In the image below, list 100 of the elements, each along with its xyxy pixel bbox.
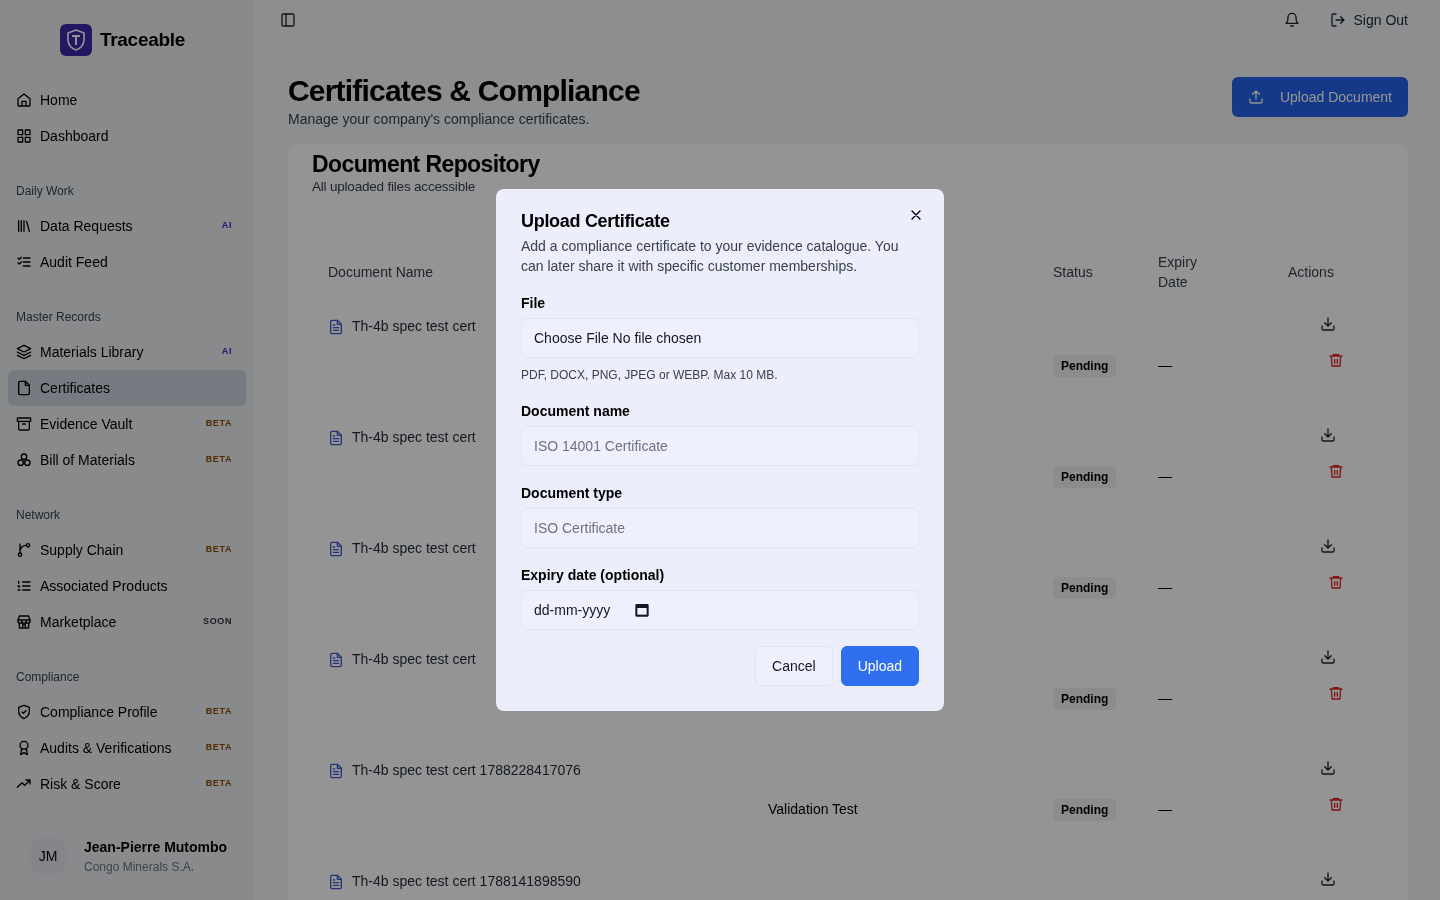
home-icon xyxy=(16,92,32,108)
sidebar-item[interactable]: Risk & Score BETA xyxy=(8,766,246,802)
brand-name: Traceable xyxy=(100,27,185,52)
section-label: Network xyxy=(15,507,61,524)
expiry-date: — xyxy=(1158,579,1172,596)
company-name: Congo Minerals S.A. xyxy=(84,858,196,876)
delete-button[interactable] xyxy=(1328,574,1344,591)
card-subtitle: All uploaded files accessible xyxy=(312,178,476,196)
sign-out-button[interactable]: Sign Out xyxy=(1329,9,1408,31)
field-label: Expiry date (optional) xyxy=(521,566,666,586)
sidebar-item[interactable]: Dashboard xyxy=(8,118,246,154)
status-badge: Pending xyxy=(1053,576,1117,599)
status-badge: Pending xyxy=(1053,465,1117,488)
sidebar-item[interactable]: Audits & Verifications BETA xyxy=(8,730,246,766)
section-label: Compliance xyxy=(15,669,81,686)
download-icon xyxy=(1320,538,1336,555)
download-button[interactable] xyxy=(1320,760,1336,777)
trash-icon xyxy=(1328,685,1344,702)
status-badge: Pending xyxy=(1053,354,1117,377)
download-button[interactable] xyxy=(1320,871,1336,888)
download-icon xyxy=(1320,649,1336,666)
status-badge: Pending xyxy=(1053,798,1117,821)
list-icon xyxy=(16,578,32,594)
delete-button[interactable] xyxy=(1328,463,1344,480)
download-icon xyxy=(1320,760,1336,777)
branch-icon xyxy=(16,542,32,558)
document-name: Th-4b spec test cert 1788228417076 xyxy=(352,761,581,781)
dialog-title: Upload Certificate xyxy=(521,210,670,233)
expiry-date: — xyxy=(1158,690,1172,707)
card-title: Document Repository xyxy=(312,152,540,177)
bell-icon xyxy=(1283,12,1300,28)
file-icon xyxy=(16,380,32,396)
trash-icon xyxy=(1328,796,1344,813)
notifications-button[interactable] xyxy=(1283,12,1300,28)
document-icon xyxy=(328,318,344,335)
upload-document-button[interactable]: Upload Document xyxy=(1231,77,1408,117)
download-button[interactable] xyxy=(1320,538,1336,555)
download-icon xyxy=(1320,316,1336,333)
column-header: Expiry Date xyxy=(1158,253,1198,293)
expiry-date: — xyxy=(1158,801,1172,818)
section-label: Daily Work xyxy=(15,183,75,200)
download-button[interactable] xyxy=(1320,316,1336,333)
download-button[interactable] xyxy=(1320,649,1336,666)
sidebar-item[interactable]: Marketplace SOON xyxy=(8,604,246,640)
section-label: Master Records xyxy=(15,309,102,326)
file-input[interactable]: Choose File No file chosen xyxy=(521,318,919,359)
status-badge: Pending xyxy=(1053,687,1117,710)
page-title: Certificates & Compliance xyxy=(288,73,640,109)
document-icon xyxy=(328,762,344,779)
sidebar-item[interactable]: Audit Feed xyxy=(8,244,246,280)
dialog-description: Add a compliance certificate to your evidence catalogue. You can later share it with specific customer memberships. xyxy=(521,237,900,277)
upload-button[interactable]: Upload xyxy=(840,646,919,687)
trash-icon xyxy=(1328,463,1344,480)
field-label: Document type xyxy=(521,484,624,504)
document-icon xyxy=(328,873,344,890)
text-input[interactable]: ISO Certificate xyxy=(521,508,919,549)
expiry-date: — xyxy=(1158,468,1172,485)
sidebar-item[interactable]: Compliance Profile BETA xyxy=(8,694,246,730)
delete-button[interactable] xyxy=(1328,796,1344,813)
panel-icon xyxy=(280,12,296,28)
delete-button[interactable] xyxy=(1328,352,1344,369)
document-name: Th-4b spec test cert xyxy=(352,317,476,337)
sidebar-item[interactable]: Supply Chain BETA xyxy=(8,532,246,568)
award-icon xyxy=(16,740,32,756)
download-button[interactable] xyxy=(1320,427,1336,444)
sidebar-item[interactable]: Bill of Materials BETA xyxy=(8,442,246,478)
grid-icon xyxy=(16,128,32,144)
document-name: Th-4b spec test cert xyxy=(352,539,476,559)
sidebar-item[interactable]: Associated Products xyxy=(8,568,246,604)
sidebar-item[interactable]: Materials Library AI xyxy=(8,334,246,370)
cubes-icon xyxy=(16,452,32,468)
download-icon xyxy=(1320,427,1336,444)
download-icon xyxy=(1320,871,1336,888)
column-header: Document Name xyxy=(328,262,434,282)
trash-icon xyxy=(1328,574,1344,591)
user-name: Jean-Pierre Mutombo xyxy=(84,837,228,857)
field-label: File xyxy=(521,294,547,314)
document-icon xyxy=(328,429,344,446)
expiry-date: — xyxy=(1158,357,1172,374)
document-name: Th-4b spec test cert xyxy=(352,650,476,670)
document-icon xyxy=(328,651,344,668)
date-input[interactable]: dd-mm-yyyy xyxy=(521,590,919,631)
cancel-button[interactable]: Cancel xyxy=(755,646,833,687)
sidebar-item[interactable]: Data Requests AI xyxy=(8,208,246,244)
archive-icon xyxy=(16,416,32,432)
sidebar-item[interactable]: Home xyxy=(8,82,246,118)
page-subtitle: Manage your company's compliance certificates. xyxy=(288,110,591,129)
column-header: Status xyxy=(1053,262,1093,282)
document-name: Th-4b spec test cert xyxy=(352,428,476,448)
logout-icon xyxy=(1329,12,1346,28)
calendar-icon xyxy=(634,602,651,619)
sidebar-item[interactable]: Evidence Vault BETA xyxy=(8,406,246,442)
shield-logo-icon xyxy=(60,24,92,56)
shield-icon xyxy=(16,704,32,720)
sidebar-item[interactable]: Certificates xyxy=(8,370,246,406)
sidebar-toggle-button[interactable] xyxy=(280,12,296,28)
text-input[interactable]: ISO 14001 Certificate xyxy=(521,426,919,467)
delete-button[interactable] xyxy=(1328,685,1344,702)
document-name: Th-4b spec test cert 1788141898590 xyxy=(352,872,581,892)
field-label: Document name xyxy=(521,402,631,422)
